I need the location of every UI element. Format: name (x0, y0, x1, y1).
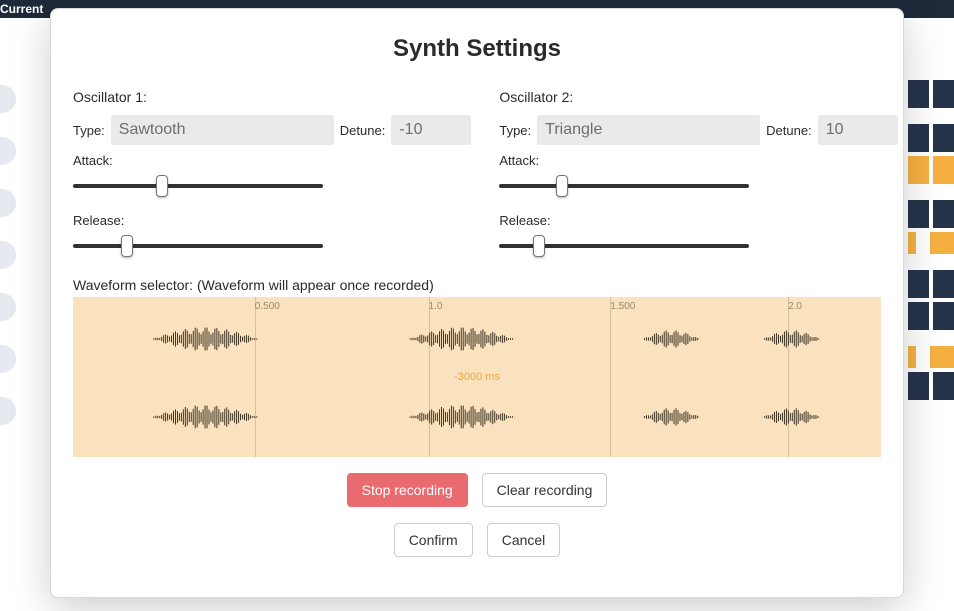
modal-title: Synth Settings (73, 35, 881, 63)
osc2-release-slider[interactable] (499, 236, 749, 256)
recording-button-row: Stop recording Clear recording (73, 473, 881, 507)
waveform-label: Waveform selector: (Waveform will appear… (73, 277, 881, 293)
osc2-detune-label: Detune: (766, 123, 812, 138)
left-pill-column (0, 85, 16, 451)
osc2-attack-label: Attack: (499, 153, 897, 168)
cancel-button[interactable]: Cancel (487, 523, 561, 557)
osc1-detune-input[interactable] (391, 115, 471, 145)
confirm-button-row: Confirm Cancel (73, 523, 881, 557)
osc1-release-label: Release: (73, 213, 471, 228)
nav-pill[interactable] (0, 345, 16, 373)
osc2-type-input[interactable] (537, 115, 760, 145)
nav-pill[interactable] (0, 85, 16, 113)
osc2-release-label: Release: (499, 213, 897, 228)
osc2-attack-slider[interactable] (499, 176, 749, 196)
nav-pill[interactable] (0, 241, 16, 269)
topbar-label: Current (0, 2, 43, 16)
confirm-button[interactable]: Confirm (394, 523, 473, 557)
osc2-detune-input[interactable] (818, 115, 898, 145)
osc1-release-slider[interactable] (73, 236, 323, 256)
osc2-heading: Oscillator 2: (499, 89, 897, 105)
osc1-attack-slider[interactable] (73, 176, 323, 196)
nav-pill[interactable] (0, 293, 16, 321)
waveform-tick: 2.0 (788, 301, 802, 312)
synth-settings-modal: Synth Settings Oscillator 1: Type: Detun… (50, 8, 904, 598)
waveform-center-text: -3000 ms (454, 371, 500, 383)
waveform-tick: 0.500 (255, 301, 280, 312)
waveform-tick: 1.500 (610, 301, 635, 312)
nav-pill[interactable] (0, 397, 16, 425)
waveform-panel[interactable]: 0.500 1.0 1.500 2.0 -3000 ms (73, 297, 881, 457)
right-grid (908, 80, 954, 412)
osc1-heading: Oscillator 1: (73, 89, 471, 105)
osc1-type-label: Type: (73, 123, 105, 138)
oscillator-1-panel: Oscillator 1: Type: Detune: Attack: Rele… (73, 89, 471, 269)
osc2-type-label: Type: (499, 123, 531, 138)
stop-recording-button[interactable]: Stop recording (347, 473, 468, 507)
clear-recording-button[interactable]: Clear recording (482, 473, 608, 507)
osc1-type-input[interactable] (111, 115, 334, 145)
waveform-tick: 1.0 (429, 301, 443, 312)
oscillator-2-panel: Oscillator 2: Type: Detune: Attack: Rele… (499, 89, 897, 269)
nav-pill[interactable] (0, 189, 16, 217)
osc1-detune-label: Detune: (340, 123, 386, 138)
osc1-attack-label: Attack: (73, 153, 471, 168)
nav-pill[interactable] (0, 137, 16, 165)
